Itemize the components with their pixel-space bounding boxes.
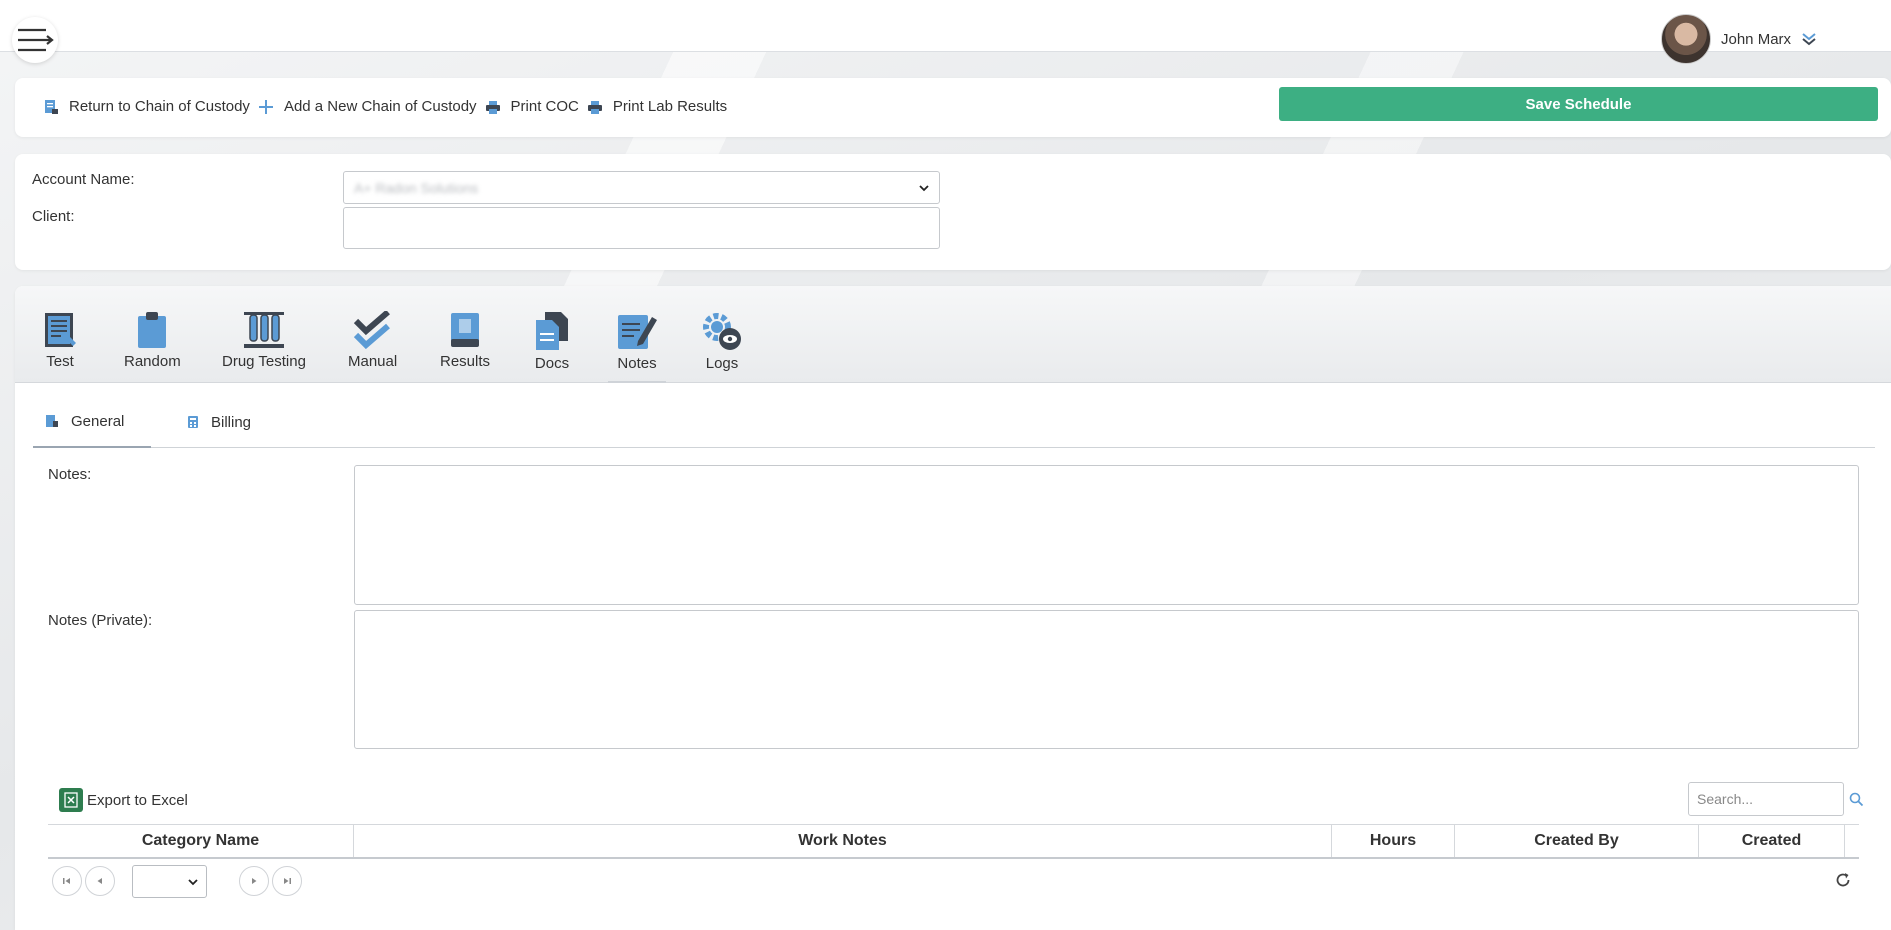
module-logs[interactable]: Logs xyxy=(701,311,743,372)
save-schedule-button[interactable]: Save Schedule xyxy=(1279,87,1878,121)
work-notes-grid-header: Category Name Work Notes Hours Created B… xyxy=(48,824,1859,859)
subtab-bar: General Billing xyxy=(33,396,1875,448)
notes-pencil-icon xyxy=(618,315,657,349)
next-page-button[interactable] xyxy=(239,866,269,896)
printer-icon xyxy=(485,100,500,114)
client-input[interactable] xyxy=(343,207,940,249)
user-menu[interactable]: John Marx xyxy=(1661,14,1817,64)
first-page-button[interactable] xyxy=(52,866,82,896)
account-panel: Account Name: A+ Radon Solutions Client: xyxy=(15,154,1891,270)
tab-general[interactable]: General xyxy=(33,396,151,448)
module-drug-testing[interactable]: Drug Testing xyxy=(222,311,306,370)
last-page-icon xyxy=(284,878,291,884)
main-panel: Test Random Drug Testing Manual Results … xyxy=(15,286,1891,930)
module-notes[interactable]: Notes xyxy=(608,311,666,383)
excel-icon xyxy=(59,788,83,812)
previous-page-icon xyxy=(97,878,102,884)
test-tubes-icon xyxy=(243,312,284,348)
plus-icon xyxy=(258,99,273,114)
next-page-icon xyxy=(252,878,257,884)
checkmark-icon xyxy=(353,311,390,349)
avatar[interactable] xyxy=(1661,14,1711,64)
search-input[interactable] xyxy=(1688,782,1844,816)
export-to-excel-button[interactable]: Export to Excel xyxy=(59,788,188,812)
column-header-category-name[interactable]: Category Name xyxy=(48,825,354,857)
column-header-created-by[interactable]: Created By xyxy=(1455,825,1699,857)
module-docs[interactable]: Docs xyxy=(533,311,571,372)
module-manual-label: Manual xyxy=(348,353,398,370)
column-header-hours[interactable]: Hours xyxy=(1332,825,1455,857)
tab-general-label: General xyxy=(71,412,125,430)
documents-icon xyxy=(536,312,568,350)
general-icon xyxy=(46,415,58,427)
account-name-select[interactable]: A+ Radon Solutions xyxy=(343,171,940,204)
export-to-excel-label: Export to Excel xyxy=(87,791,188,809)
test-form-icon xyxy=(45,313,76,347)
last-page-button[interactable] xyxy=(272,866,302,896)
print-coc-link[interactable]: Print COC xyxy=(485,98,579,115)
hamburger-menu-icon xyxy=(18,28,54,52)
gear-eye-icon xyxy=(703,313,741,350)
notes-textarea[interactable] xyxy=(354,465,1859,605)
module-test[interactable]: Test xyxy=(42,311,78,370)
module-notes-label: Notes xyxy=(617,355,657,372)
grid-pager xyxy=(48,862,1859,900)
client-label: Client: xyxy=(32,208,75,225)
module-logs-label: Logs xyxy=(705,355,739,372)
return-to-coc-label: Return to Chain of Custody xyxy=(69,98,250,115)
module-manual[interactable]: Manual xyxy=(348,311,397,370)
page-size-select[interactable] xyxy=(132,865,207,898)
print-coc-label: Print COC xyxy=(510,98,579,115)
previous-page-button[interactable] xyxy=(85,866,115,896)
print-lab-results-link[interactable]: Print Lab Results xyxy=(587,98,727,115)
search-icon[interactable] xyxy=(1849,792,1864,807)
tab-billing-label: Billing xyxy=(211,413,252,431)
refresh-icon[interactable] xyxy=(1834,871,1852,889)
grid-toolbar: Export to Excel xyxy=(48,782,1864,818)
notes-private-textarea[interactable] xyxy=(354,610,1859,749)
user-name[interactable]: John Marx xyxy=(1721,31,1791,48)
print-lab-results-label: Print Lab Results xyxy=(612,98,728,115)
column-header-work-notes[interactable]: Work Notes xyxy=(354,825,1332,857)
module-icon-strip: Test Random Drug Testing Manual Results … xyxy=(15,286,1891,383)
action-toolbar: Return to Chain of Custody Add a New Cha… xyxy=(15,78,1891,137)
add-new-coc-label: Add a New Chain of Custody xyxy=(283,98,477,115)
printer-icon xyxy=(587,100,602,114)
return-to-coc-link[interactable]: Return to Chain of Custody xyxy=(43,98,250,115)
account-name-label: Account Name: xyxy=(32,171,135,188)
module-random-label: Random xyxy=(124,353,181,370)
module-test-label: Test xyxy=(46,353,74,370)
module-results-label: Results xyxy=(440,353,491,370)
chevron-down-icon xyxy=(919,184,929,191)
account-name-value: A+ Radon Solutions xyxy=(354,179,479,196)
first-page-icon xyxy=(63,878,70,884)
book-icon xyxy=(451,313,480,347)
module-random[interactable]: Random xyxy=(124,311,181,370)
module-drug-testing-label: Drug Testing xyxy=(222,353,306,370)
column-header-created[interactable]: Created xyxy=(1699,825,1845,857)
calculator-icon xyxy=(188,416,198,428)
tab-billing[interactable]: Billing xyxy=(187,396,251,448)
add-new-coc-link[interactable]: Add a New Chain of Custody xyxy=(258,98,477,115)
chevron-down-icon[interactable] xyxy=(1801,32,1817,46)
module-results[interactable]: Results xyxy=(440,311,490,370)
document-return-icon xyxy=(45,99,58,114)
notes-label: Notes: xyxy=(48,466,92,483)
module-docs-label: Docs xyxy=(534,355,570,372)
notes-private-label: Notes (Private): xyxy=(48,612,153,629)
chevron-down-icon xyxy=(188,878,198,885)
top-bar: John Marx xyxy=(0,0,1891,64)
menu-toggle-button[interactable] xyxy=(12,17,58,63)
clipboard-icon xyxy=(138,312,167,348)
